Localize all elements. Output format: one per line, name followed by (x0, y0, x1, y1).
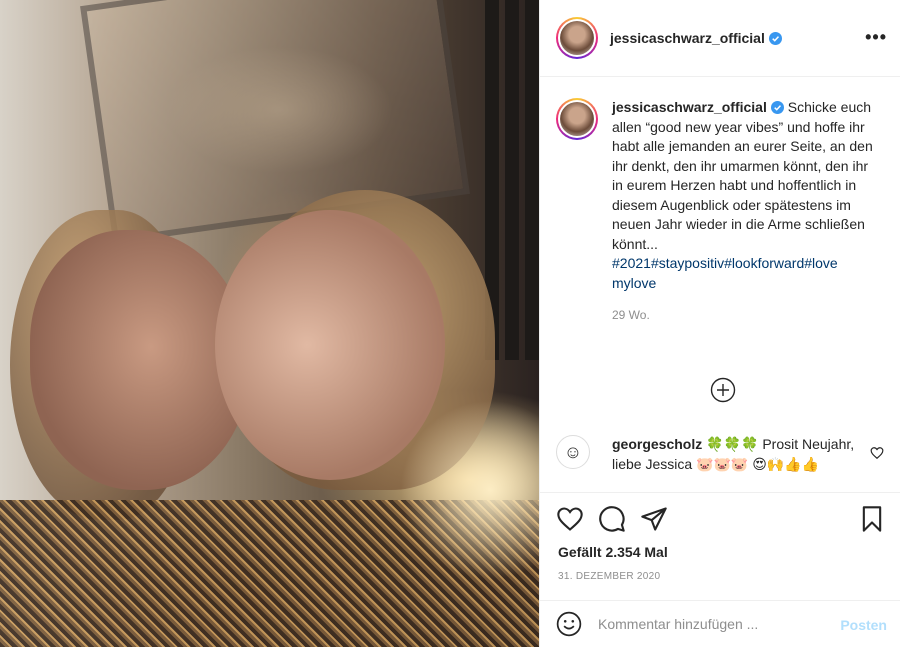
post-sidebar: jessicaschwarz_official ••• jessicaschwa… (539, 0, 900, 647)
post-header: jessicaschwarz_official ••• (540, 0, 900, 77)
hashtags: #2021#staypositiv#lookforward#love mylove (612, 254, 874, 293)
post-image[interactable] (0, 0, 539, 647)
like-count[interactable]: Gefällt 2.354 Mal (558, 544, 668, 560)
like-heart-icon[interactable] (556, 505, 584, 533)
comment-input[interactable]: Kommentar hinzufügen ... (598, 616, 828, 632)
comment-like-heart-icon[interactable] (870, 446, 884, 460)
caption-timestamp[interactable]: 29 Wo. (612, 306, 874, 326)
verified-icon (770, 101, 784, 114)
post-actions: Gefällt 2.354 Mal 31. DEZEMBER 2020 (540, 492, 900, 582)
hashtag-link[interactable]: #lookforward (724, 255, 804, 271)
post-comment-button[interactable]: Posten (840, 617, 887, 633)
more-options-icon[interactable]: ••• (865, 28, 887, 46)
caption-avatar[interactable] (556, 98, 598, 140)
hashtag-link[interactable]: #2021 (612, 255, 651, 271)
add-comment-bar: Kommentar hinzufügen ... Posten (540, 600, 900, 647)
avatar[interactable] (556, 17, 598, 59)
comment-avatar[interactable]: ☺ (556, 435, 590, 469)
person-right (215, 210, 445, 480)
caption: jessicaschwarz_official Schicke euch all… (556, 98, 886, 326)
verified-icon (768, 32, 782, 45)
hashtag-link[interactable]: mylove (612, 275, 656, 291)
comment-icon[interactable] (598, 505, 626, 533)
comment-username[interactable]: georgescholz (612, 436, 702, 452)
caption-username[interactable]: jessicaschwarz_official (612, 99, 784, 115)
bookmark-icon[interactable] (858, 505, 886, 533)
emoji-smiley-icon[interactable] (556, 611, 582, 637)
comment-item: ☺ georgescholz 🍀🍀🍀 Prosit Neujahr, liebe… (556, 435, 886, 474)
hashtag-link[interactable]: #love (804, 255, 837, 271)
post-date[interactable]: 31. DEZEMBER 2020 (558, 571, 660, 582)
caption-text: Schicke euch allen “good new year vibes”… (612, 99, 873, 252)
instagram-post: jessicaschwarz_official ••• jessicaschwa… (0, 0, 900, 647)
hashtag-link[interactable]: #staypositiv (651, 255, 724, 271)
header-username[interactable]: jessicaschwarz_official (610, 30, 782, 46)
share-icon[interactable] (640, 505, 668, 533)
comments-section: jessicaschwarz_official Schicke euch all… (540, 78, 900, 491)
load-more-comments-icon[interactable] (710, 377, 736, 403)
